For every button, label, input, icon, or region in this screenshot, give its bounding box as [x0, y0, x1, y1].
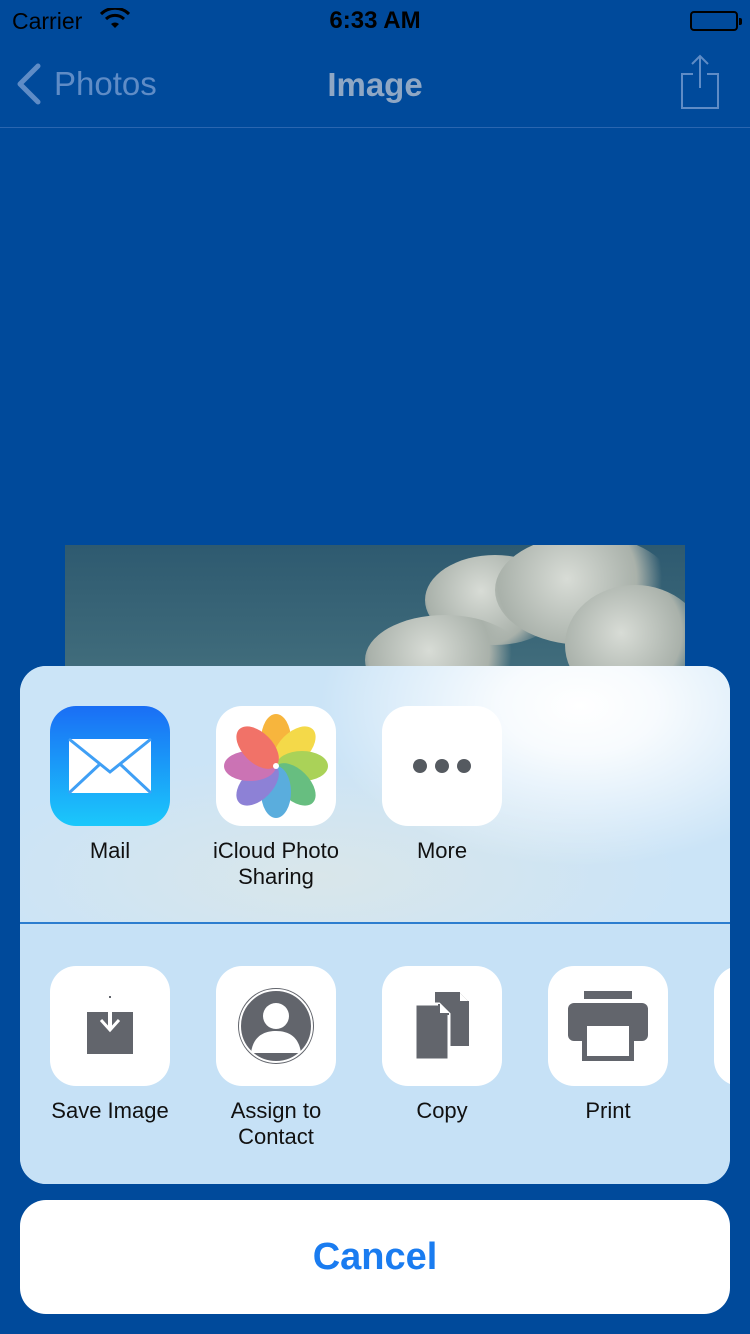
- share-icon[interactable]: [680, 54, 720, 110]
- share-mail-button[interactable]: Mail: [40, 706, 180, 864]
- share-sheet: Mail iCloud Photo Sharing More Save Imag…: [20, 666, 730, 1184]
- battery-icon: [690, 11, 742, 31]
- share-app-row: Mail iCloud Photo Sharing More: [20, 666, 730, 924]
- share-icloud-photo-button[interactable]: iCloud Photo Sharing: [206, 706, 346, 890]
- status-bar: Carrier 6:33 AM: [0, 0, 750, 40]
- share-more-button[interactable]: More: [372, 706, 512, 864]
- share-icloud-photo-label: iCloud Photo Sharing: [213, 838, 339, 889]
- navigation-bar: Photos Image: [0, 40, 750, 128]
- page-title: Image: [327, 66, 423, 103]
- contact-icon: [216, 966, 336, 1086]
- print-button[interactable]: Print: [538, 966, 678, 1124]
- photos-icon: [216, 706, 336, 826]
- assign-to-contact-label: Assign to Contact: [230, 1098, 322, 1149]
- share-action-row: Save Image Assign to Contact Copy Print: [20, 926, 730, 1184]
- more-icon: [382, 706, 502, 826]
- save-image-label: Save Image: [51, 1098, 169, 1123]
- share-more-label: More: [416, 838, 468, 863]
- print-icon: [548, 966, 668, 1086]
- mail-icon: [50, 706, 170, 826]
- copy-label: Copy: [416, 1098, 468, 1123]
- print-label: Print: [585, 1098, 631, 1123]
- partial-action-tile: [714, 966, 730, 1086]
- cancel-button[interactable]: Cancel: [20, 1200, 730, 1314]
- assign-to-contact-button[interactable]: Assign to Contact: [206, 966, 346, 1150]
- save-image-icon: [50, 966, 170, 1086]
- next-action-button[interactable]: [714, 966, 730, 1086]
- copy-button[interactable]: Copy: [372, 966, 512, 1124]
- save-image-button[interactable]: Save Image: [40, 966, 180, 1124]
- share-mail-label: Mail: [89, 838, 131, 863]
- copy-icon: [382, 966, 502, 1086]
- clock: 6:33 AM: [329, 7, 421, 34]
